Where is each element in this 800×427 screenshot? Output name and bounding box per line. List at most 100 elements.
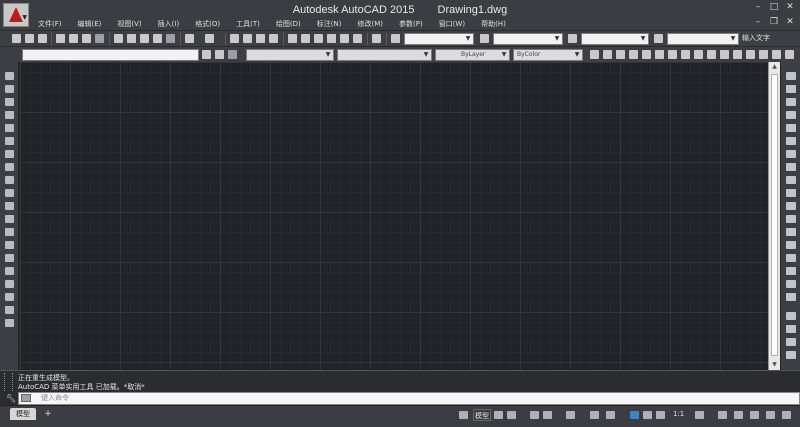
object-snap-icon[interactable] (606, 411, 615, 419)
arc-length-icon[interactable] (616, 50, 625, 59)
model-button[interactable]: 模型 (473, 409, 491, 421)
extend-icon[interactable] (786, 202, 796, 210)
menu-help[interactable]: 帮助(H) (473, 19, 514, 30)
revision-cloud-icon[interactable] (5, 163, 14, 171)
radius-dim-icon[interactable] (642, 50, 651, 59)
drawing-canvas[interactable] (20, 62, 768, 370)
doc-close-button[interactable]: ✕ (784, 17, 796, 27)
copy-object-icon[interactable] (786, 85, 796, 93)
scroll-down-icon[interactable]: ▼ (769, 360, 780, 370)
markup-icon[interactable] (340, 34, 349, 43)
isolate-objects-icon[interactable] (734, 411, 743, 419)
save-icon[interactable] (38, 34, 47, 43)
layer-properties-icon[interactable] (202, 50, 211, 59)
menu-edit[interactable]: 编辑(E) (70, 19, 110, 30)
jogged-dim-icon[interactable] (655, 50, 664, 59)
make-current-layer-icon[interactable] (215, 50, 224, 59)
spline-icon[interactable] (5, 176, 14, 184)
break-at-point-icon[interactable] (786, 215, 796, 223)
multiline-text-icon[interactable] (5, 306, 14, 314)
menu-file[interactable]: 文件(F) (30, 19, 70, 30)
zoom-window-icon[interactable] (256, 34, 265, 43)
copy-icon[interactable] (127, 34, 136, 43)
send-to-back-icon[interactable] (786, 338, 796, 346)
doc-restore-button[interactable]: ❐ (768, 17, 780, 27)
tolerance-icon[interactable] (759, 50, 768, 59)
hatch-icon[interactable] (5, 254, 14, 262)
print-preview-icon[interactable] (69, 34, 78, 43)
annotation-scale-value[interactable]: 1:1 (673, 410, 684, 418)
rotate-icon[interactable] (786, 150, 796, 158)
region-icon[interactable] (5, 280, 14, 288)
aligned-dim-icon[interactable] (603, 50, 612, 59)
multileader-style-combo[interactable]: ▼ (667, 33, 739, 45)
table-style-icon[interactable] (568, 34, 577, 43)
mirror-icon[interactable] (786, 98, 796, 106)
continue-dim-icon[interactable] (720, 50, 729, 59)
angular-dim-icon[interactable] (681, 50, 690, 59)
linetype-combo[interactable]: ByLayer ▼ (435, 49, 510, 61)
annotation-visibility-icon[interactable] (630, 411, 639, 419)
menu-dimension[interactable]: 标注(N) (309, 19, 350, 30)
menu-parametric[interactable]: 参数(P) (391, 19, 431, 30)
trim-icon[interactable] (786, 189, 796, 197)
undo-icon[interactable] (185, 34, 194, 43)
array-icon[interactable] (786, 124, 796, 132)
tool-palettes-icon[interactable] (314, 34, 323, 43)
layer-combo[interactable] (22, 49, 199, 61)
layer-previous-icon[interactable] (228, 50, 237, 59)
diameter-dim-icon[interactable] (668, 50, 677, 59)
snap-icon[interactable] (507, 411, 516, 419)
text-style-icon[interactable] (391, 34, 400, 43)
menu-tools[interactable]: 工具(T) (228, 19, 268, 30)
polar-icon[interactable] (543, 411, 552, 419)
quickcalc-icon[interactable] (353, 34, 362, 43)
vertical-scrollbar[interactable]: ▲ ▼ (768, 62, 780, 370)
baseline-dim-icon[interactable] (707, 50, 716, 59)
menu-view[interactable]: 视图(V) (109, 19, 149, 30)
offset-icon[interactable] (786, 111, 796, 119)
layer-state-combo[interactable]: ▼ (246, 49, 334, 61)
menu-window[interactable]: 窗口(W) (431, 19, 473, 30)
cut-icon[interactable] (114, 34, 123, 43)
workspace-gear-icon[interactable] (695, 411, 704, 419)
circle-icon[interactable] (5, 150, 14, 158)
stretch-icon[interactable] (786, 176, 796, 184)
hardware-acceleration-icon[interactable] (750, 411, 759, 419)
center-mark-icon[interactable] (772, 50, 781, 59)
arc-icon[interactable] (5, 137, 14, 145)
rectangle-icon[interactable] (5, 124, 14, 132)
annotation-scale-icon[interactable] (656, 411, 665, 419)
annotation-monitor-icon[interactable] (718, 411, 727, 419)
new-icon[interactable] (12, 34, 21, 43)
menu-insert[interactable]: 插入(I) (150, 19, 188, 30)
wrench-icon[interactable]: 🔧︎ (6, 394, 16, 403)
dim-style-icon[interactable] (480, 34, 489, 43)
draw-order-icon[interactable] (786, 312, 796, 320)
doc-minimize-button[interactable]: – (752, 17, 764, 27)
point-icon[interactable] (5, 241, 14, 249)
grid-icon[interactable] (494, 411, 503, 419)
close-button[interactable]: ✕ (784, 2, 796, 12)
properties-icon[interactable] (288, 34, 297, 43)
add-selected-icon[interactable] (5, 319, 14, 327)
scroll-thumb[interactable] (771, 74, 778, 356)
make-block-icon[interactable] (5, 228, 14, 236)
clean-screen-icon[interactable] (766, 411, 775, 419)
tab-model[interactable]: 模型 (10, 408, 36, 420)
design-center-icon[interactable] (301, 34, 310, 43)
table-icon[interactable] (5, 293, 14, 301)
plot-style-combo[interactable]: ByColor ▼ (513, 49, 583, 61)
move-icon[interactable] (786, 137, 796, 145)
minimize-button[interactable]: – (752, 2, 764, 12)
construction-line-icon[interactable] (5, 85, 14, 93)
customization-icon[interactable] (782, 411, 791, 419)
scale-icon[interactable] (786, 163, 796, 171)
table-style-combo[interactable]: ▼ (581, 33, 649, 45)
chamfer-icon[interactable] (786, 254, 796, 262)
inspection-icon[interactable] (785, 50, 794, 59)
zoom-realtime-icon[interactable] (243, 34, 252, 43)
match-properties-icon[interactable] (153, 34, 162, 43)
3d-dwf-icon[interactable] (95, 34, 104, 43)
dim-break-icon[interactable] (746, 50, 755, 59)
